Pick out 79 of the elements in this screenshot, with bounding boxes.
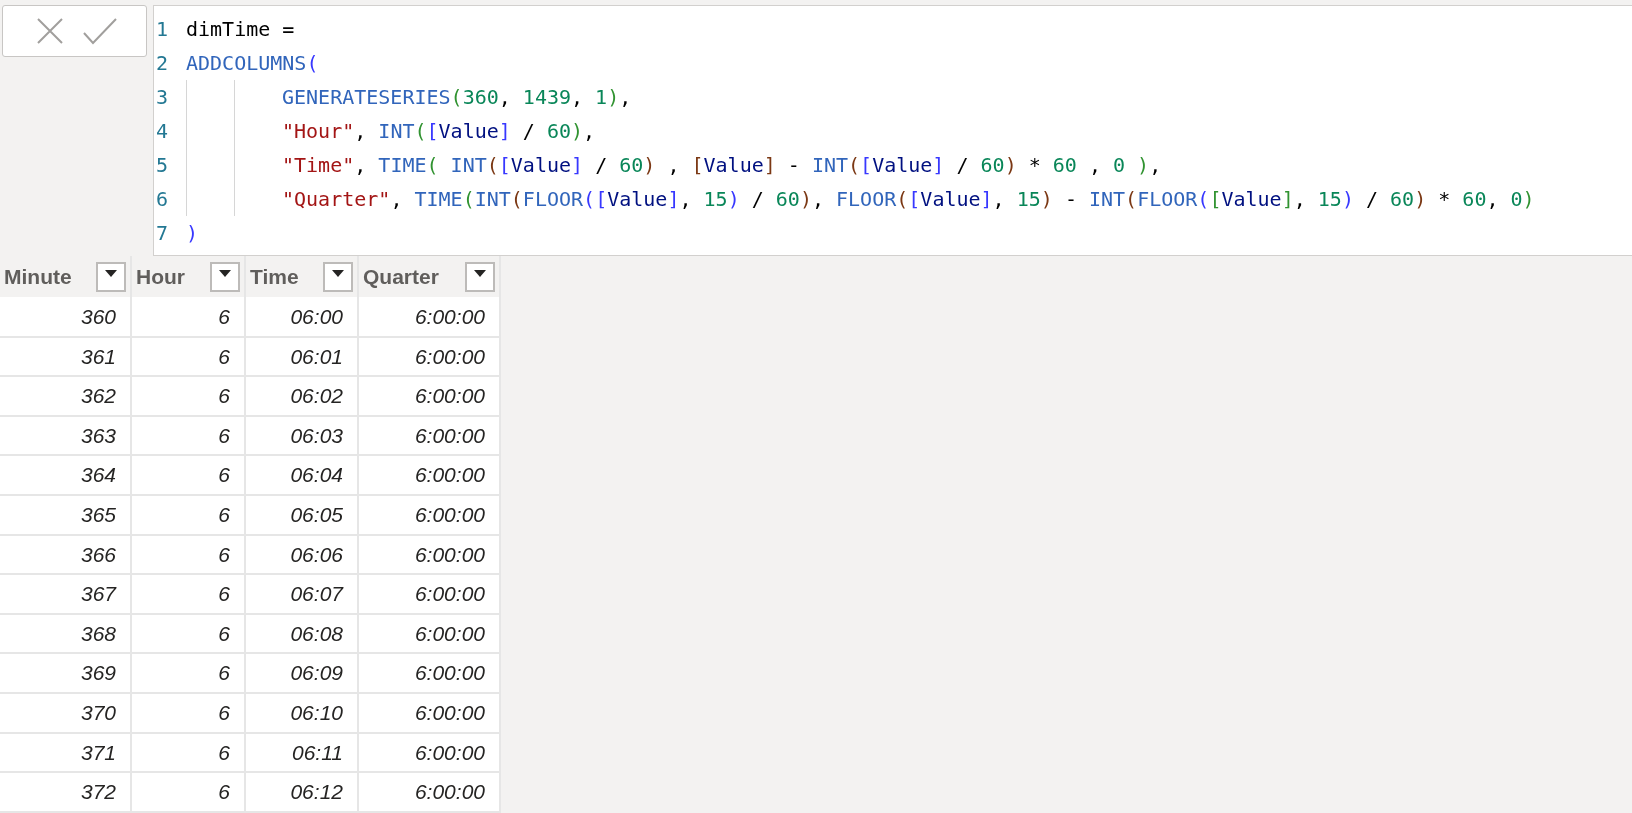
table-cell: 6:00:00 [358,297,500,337]
formula-editor[interactable] [153,5,1632,256]
table-cell: 372 [0,772,131,812]
table-cell: 367 [0,574,131,614]
table-cell: 6:00:00 [358,415,500,456]
table-cell: 368 [0,613,131,654]
table-cell: 6:00:00 [358,336,500,377]
table-cell: 6:00:00 [358,653,500,693]
filter-button[interactable] [323,261,353,292]
table-cell: 6 [131,534,245,575]
table-cell: 6:00:00 [358,613,500,654]
table-cell: 6:00:00 [358,574,500,614]
table-cell: 6:00:00 [358,772,500,812]
filter-button[interactable] [96,261,126,292]
table-cell: 363 [0,415,131,456]
table-cell: 6 [131,574,245,614]
table-cell: 6 [131,653,245,693]
code-line: GENERATESERIES(360, 1439, 1), [282,84,632,111]
table-cell: 06:07 [245,574,358,614]
column-header: Time [250,263,299,290]
table-cell: 6:00:00 [358,494,500,535]
table-cell: 6 [131,376,245,416]
line-number: 4 [155,118,170,145]
table-cell: 369 [0,653,131,693]
table-cell: 06:09 [245,653,358,693]
table-cell: 6 [131,415,245,456]
table-cell: 362 [0,376,131,416]
filter-button[interactable] [210,261,240,292]
line-number: 5 [155,152,170,179]
table-cell: 06:03 [245,415,358,456]
table-cell: 6 [131,692,245,733]
table-cell: 6 [131,732,245,773]
table-cell: 6 [131,336,245,377]
table-cell: 6:00:00 [358,534,500,575]
dropdown-triangle-icon [332,269,344,278]
code-line: ) [186,220,199,247]
code-line: "Time", TIME( INT([Value] / 60) , [Value] - INT([Value] / 60) * 60 , 0 ), [282,152,1162,179]
table-cell: 6 [131,613,245,654]
table-cell: 370 [0,692,131,733]
table-cell: 6:00:00 [358,455,500,495]
column-header: Minute [4,263,72,290]
table-cell: 6:00:00 [358,732,500,773]
table-cell: 06:10 [245,692,358,733]
table-cell: 06:05 [245,494,358,535]
filter-button[interactable] [465,261,495,292]
dropdown-triangle-icon [105,269,117,278]
table-cell: 06:00 [245,297,358,337]
table-cell: 06:06 [245,534,358,575]
table-cell: 6 [131,297,245,337]
line-number: 6 [155,186,170,213]
table-cell: 364 [0,455,131,495]
code-line: dimTime = [186,16,295,43]
table-cell: 365 [0,494,131,535]
code-line: "Hour", INT([Value] / 60), [282,118,596,145]
table-cell: 366 [0,534,131,575]
table-cell: 360 [0,297,131,337]
column-header: Quarter [363,263,439,290]
table-cell: 6 [131,772,245,812]
table-cell: 06:02 [245,376,358,416]
table-cell: 06:12 [245,772,358,812]
line-number: 3 [155,84,170,111]
column-header: Hour [136,263,185,290]
code-line: "Quarter", TIME(INT(FLOOR([Value], 15) / 60), FLOOR([Value], 15) - INT(FLOOR([Value], 15) / 60) * 60, 0) [282,186,1535,213]
table-cell: 6 [131,455,245,495]
line-number: 1 [155,16,170,43]
table-cell: 06:01 [245,336,358,377]
dropdown-triangle-icon [219,269,231,278]
table-cell: 06:11 [245,732,358,773]
table-cell: 06:08 [245,613,358,654]
table-cell: 361 [0,336,131,377]
table-cell: 06:04 [245,455,358,495]
table-cell: 371 [0,732,131,773]
dropdown-triangle-icon [474,269,486,278]
line-number: 2 [155,50,170,77]
table-cell: 6:00:00 [358,692,500,733]
table-cell: 6:00:00 [358,376,500,416]
code-line: ADDCOLUMNS( [186,50,319,77]
line-number: 7 [155,220,170,247]
table-cell: 6 [131,494,245,535]
